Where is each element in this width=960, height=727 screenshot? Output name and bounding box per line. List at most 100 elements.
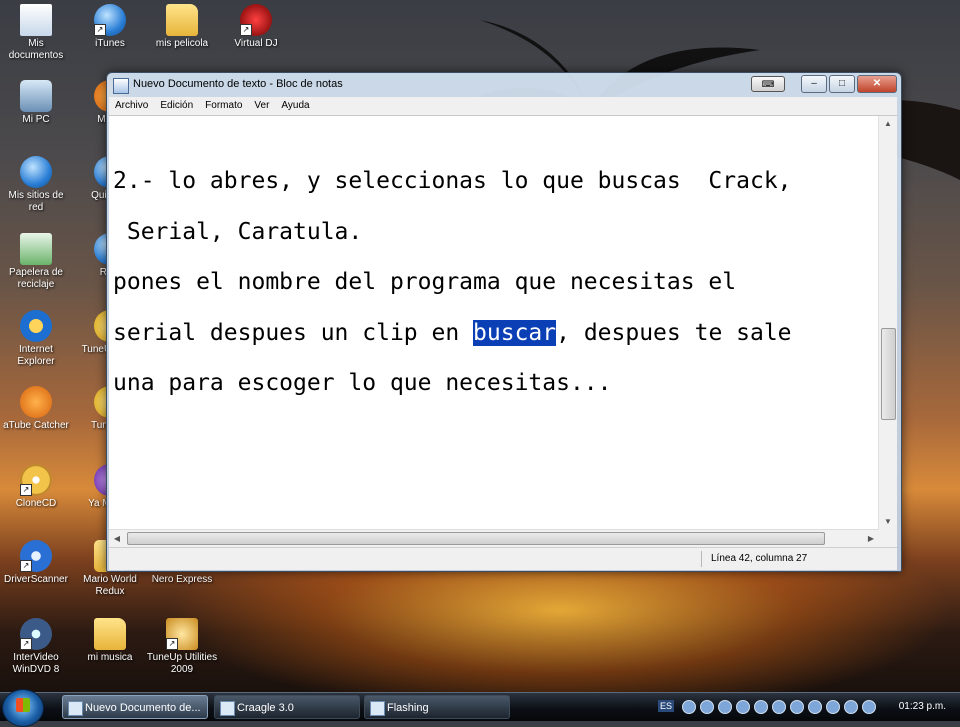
desktop-icon-label: mi musica xyxy=(87,652,133,663)
clock[interactable]: 01:23 p.m. xyxy=(899,701,946,712)
horizontal-scrollbar[interactable]: ◀ ▶ xyxy=(109,529,879,547)
window-title: Nuevo Documento de texto - Bloc de notas xyxy=(133,78,343,90)
network-icon xyxy=(20,156,52,188)
desktop-icon-label: Mario World Redux xyxy=(83,574,137,597)
notepad-window[interactable]: Nuevo Documento de texto - Bloc de notas… xyxy=(106,72,902,572)
clonecd-icon: ↗ xyxy=(20,464,52,496)
desktop-icon-tuneup-utilities[interactable]: ↗ TuneUp Utilities 2009 xyxy=(146,618,218,676)
tray-icons xyxy=(682,700,880,714)
flashing-icon xyxy=(370,701,385,716)
shield-icon[interactable] xyxy=(700,700,714,714)
tray-app-icon[interactable] xyxy=(736,700,750,714)
menu-ver[interactable]: Ver xyxy=(248,97,275,115)
desktop-icon-mis-documentos[interactable]: Mis documentos xyxy=(0,4,72,62)
caption-buttons: – □ ✕ xyxy=(799,75,897,93)
windows-logo-icon xyxy=(16,698,30,712)
task-flashing[interactable]: Flashing xyxy=(364,695,510,719)
notepad-icon xyxy=(113,78,129,94)
text-line: Serial, Caratula. xyxy=(113,218,363,245)
tray-app-icon[interactable] xyxy=(718,700,732,714)
menu-formato[interactable]: Formato xyxy=(199,97,248,115)
network-icon[interactable] xyxy=(826,700,840,714)
scroll-left-icon[interactable]: ◀ xyxy=(109,530,125,547)
task-notepad[interactable]: Nuevo Documento de... xyxy=(62,695,208,719)
close-button[interactable]: ✕ xyxy=(857,75,897,93)
tray-app-icon[interactable] xyxy=(682,700,696,714)
text-segment: serial despues un clip en xyxy=(113,319,474,346)
status-divider xyxy=(701,551,702,567)
text-line: 2.- lo abres, y seleccionas lo que busca… xyxy=(113,168,792,194)
desktop-icon-mis-pelicola[interactable]: mis pelicola xyxy=(146,4,218,50)
scroll-down-icon[interactable]: ▼ xyxy=(879,514,897,530)
desktop-icon-label: DriverScanner xyxy=(4,574,68,585)
itunes-icon: ↗ xyxy=(94,4,126,36)
virtual-dj-icon: ↗ xyxy=(240,4,272,36)
tray-app-icon[interactable] xyxy=(808,700,822,714)
task-label: Nuevo Documento de... xyxy=(85,702,201,714)
tuneup-icon: ↗ xyxy=(166,618,198,650)
desktop-icon-internet-explorer[interactable]: Internet Explorer xyxy=(0,310,72,368)
tray-app-icon[interactable] xyxy=(772,700,786,714)
desktop-icon-atube-catcher[interactable]: aTube Catcher xyxy=(0,386,72,432)
cursor-position: Línea 42, columna 27 xyxy=(711,553,808,564)
desktop-icon-itunes[interactable]: ↗ iTunes xyxy=(74,4,146,50)
vertical-scrollbar[interactable]: ▲ ▼ xyxy=(878,116,897,530)
folder-icon xyxy=(166,4,198,36)
volume-icon[interactable] xyxy=(862,700,876,714)
text-segment: , despues te sale xyxy=(556,319,792,346)
tray-app-icon[interactable] xyxy=(844,700,858,714)
menu-edicion[interactable]: Edición xyxy=(154,97,199,115)
folder-icon xyxy=(94,618,126,650)
desktop-icon-label: aTube Catcher xyxy=(3,420,69,431)
desktop-icon-label: Mi PC xyxy=(22,114,50,125)
notepad-icon xyxy=(68,701,83,716)
shortcut-arrow-icon: ↗ xyxy=(240,24,252,36)
language-indicator[interactable]: ES xyxy=(658,700,675,712)
task-label: Craagle 3.0 xyxy=(237,702,294,714)
tray-app-icon[interactable] xyxy=(790,700,804,714)
desktop-icon-mi-musica[interactable]: mi musica xyxy=(74,618,146,664)
task-label: Flashing xyxy=(387,702,429,714)
scroll-up-icon[interactable]: ▲ xyxy=(879,116,897,132)
maximize-button[interactable]: □ xyxy=(829,75,855,93)
desktop-icon-papelera[interactable]: Papelera de reciclaje xyxy=(0,233,72,291)
minimize-button[interactable]: – xyxy=(801,75,827,93)
status-bar: Línea 42, columna 27 xyxy=(109,547,897,570)
desktop-icon-label: TuneUp Utilities 2009 xyxy=(146,652,218,675)
scroll-right-icon[interactable]: ▶ xyxy=(863,530,879,547)
desktop-icon-clonecd[interactable]: ↗ CloneCD xyxy=(0,464,72,510)
desktop-icon-mi-pc[interactable]: Mi PC xyxy=(0,80,72,126)
selected-text: buscar xyxy=(473,319,557,346)
desktop-icon-label: Internet Explorer xyxy=(17,344,55,367)
driverscanner-icon: ↗ xyxy=(20,540,52,572)
computer-icon xyxy=(20,80,52,112)
taskbar: Nuevo Documento de... Craagle 3.0 Flashi… xyxy=(0,689,960,727)
shortcut-arrow-icon: ↗ xyxy=(20,484,32,496)
desktop-icon-label: Mis sitios de red xyxy=(8,190,64,213)
desktop-icon-windvd[interactable]: ↗ InterVideo WinDVD 8 xyxy=(0,618,72,676)
menu-bar: Archivo Edición Formato Ver Ayuda xyxy=(109,97,897,115)
desktop-icon-label: Virtual DJ xyxy=(234,38,278,49)
start-button[interactable] xyxy=(2,689,44,727)
document-text[interactable]: 2.- lo abres, y seleccionas lo que busca… xyxy=(113,156,873,409)
desktop-icon-label: Mis documentos xyxy=(8,38,64,61)
desktop-icon-mis-sitios-de-red[interactable]: Mis sitios de red xyxy=(0,156,72,214)
task-craagle[interactable]: Craagle 3.0 xyxy=(214,695,360,719)
text-editor[interactable]: 2.- lo abres, y seleccionas lo que busca… xyxy=(109,115,897,530)
desktop-icon-label: Papelera de reciclaje xyxy=(9,267,63,290)
vertical-scroll-thumb[interactable] xyxy=(881,328,896,420)
text-line: serial despues un clip en buscar, despue… xyxy=(113,308,873,359)
desktop-icon-driverscanner[interactable]: ↗ DriverScanner xyxy=(0,540,72,586)
title-bar[interactable]: Nuevo Documento de texto - Bloc de notas… xyxy=(107,73,901,97)
menu-ayuda[interactable]: Ayuda xyxy=(275,97,315,115)
text-line: una para escoger lo que necesitas... xyxy=(113,370,612,396)
shortcut-arrow-icon: ↗ xyxy=(20,638,32,650)
desktop-icon-virtual-dj[interactable]: ↗ Virtual DJ xyxy=(220,4,292,50)
shortcut-arrow-icon: ↗ xyxy=(94,24,106,36)
menu-archivo[interactable]: Archivo xyxy=(109,97,154,115)
horizontal-scroll-thumb[interactable] xyxy=(127,532,825,545)
recycle-bin-icon xyxy=(20,233,52,265)
keyboard-layout-button[interactable]: ⌨ xyxy=(751,76,785,92)
tray-app-icon[interactable] xyxy=(754,700,768,714)
shortcut-arrow-icon: ↗ xyxy=(166,638,178,650)
